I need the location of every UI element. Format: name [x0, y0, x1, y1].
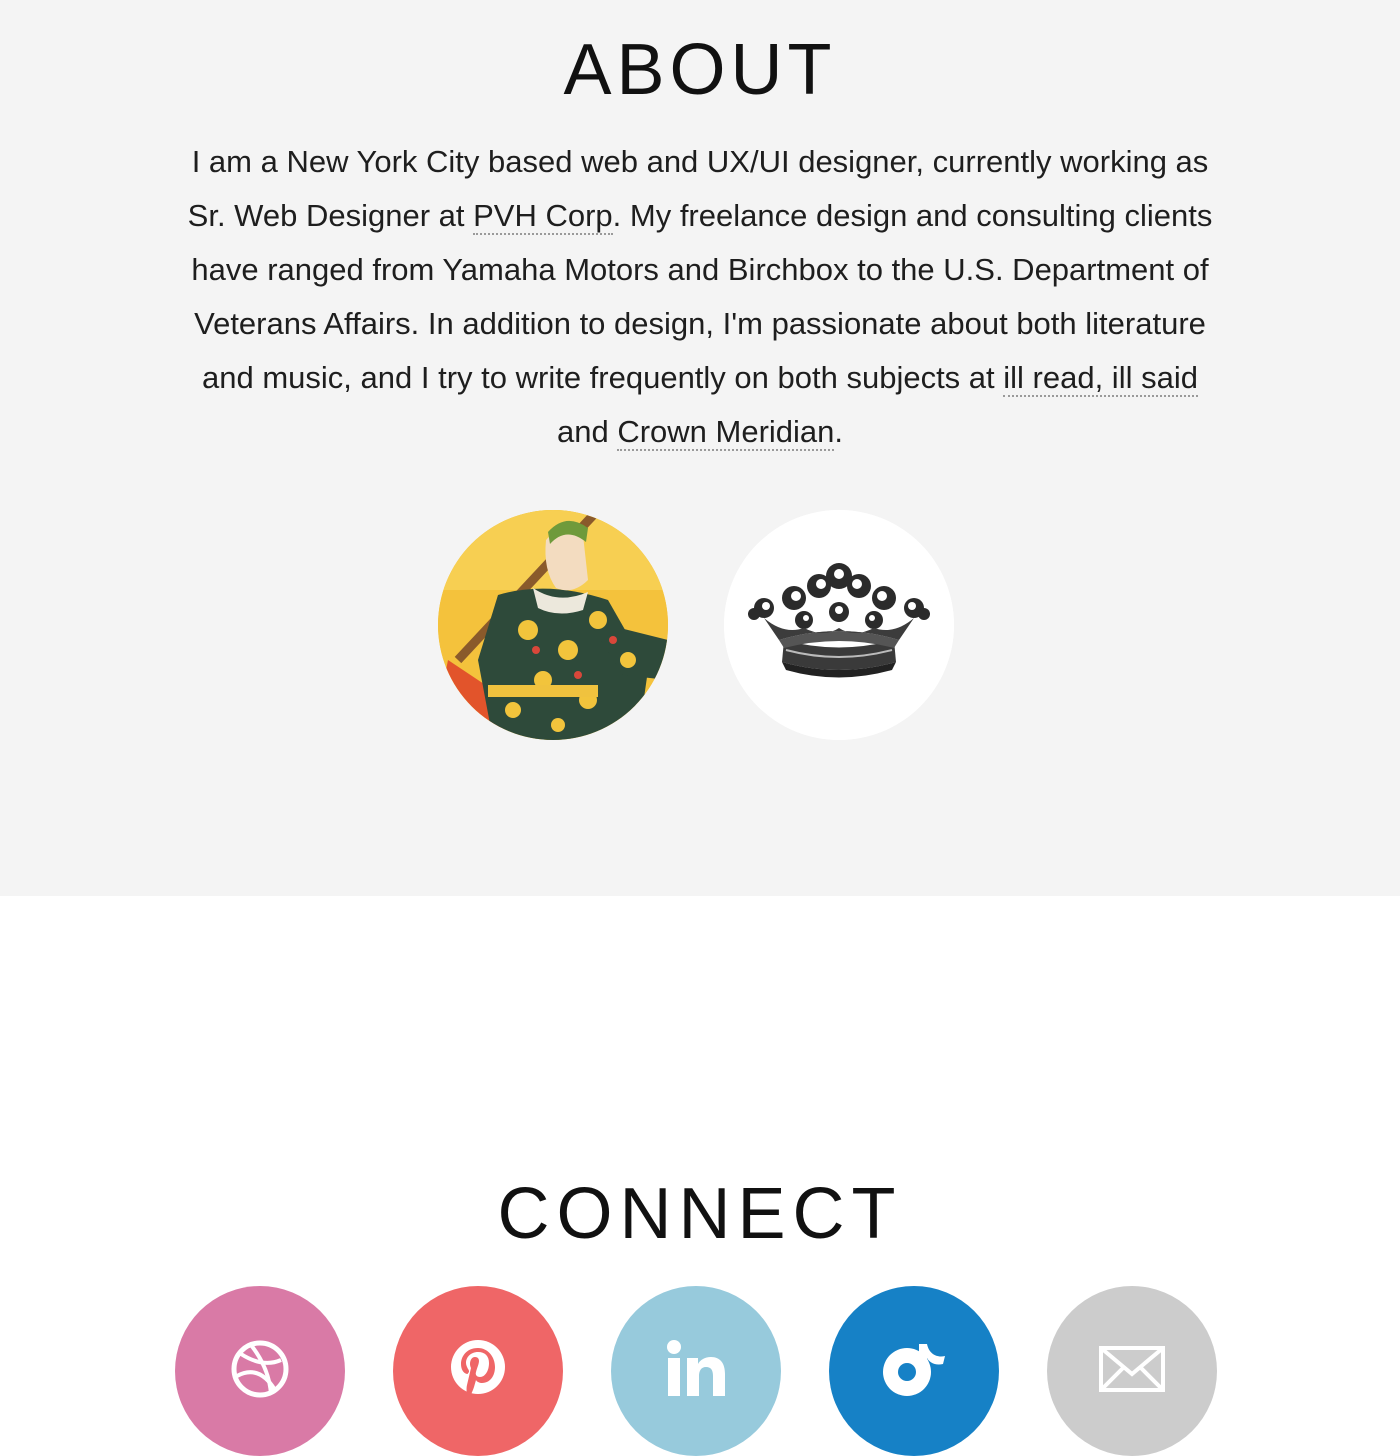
bio-text-4: .	[834, 414, 844, 449]
dribbble-link[interactable]	[175, 1286, 345, 1456]
employer-link[interactable]: PVH Corp	[473, 198, 613, 235]
pinterest-link[interactable]	[393, 1286, 563, 1456]
about-section: ABOUT I am a New York City based web and…	[0, 0, 1400, 896]
bio-text-3: and	[556, 414, 618, 449]
pinterest-icon	[451, 1340, 505, 1398]
ill-read-ill-said-link[interactable]: ill read, ill said	[1003, 360, 1198, 397]
ill-read-ill-said-image-link[interactable]	[438, 510, 668, 740]
linkedin-icon	[667, 1340, 725, 1396]
rdio-link[interactable]	[829, 1286, 999, 1456]
email-link[interactable]	[1047, 1286, 1217, 1456]
email-icon	[1099, 1346, 1165, 1392]
about-bio: I am a New York City based web and UX/UI…	[180, 135, 1220, 459]
tarot-figure-image	[438, 510, 668, 740]
crown-meridian-link[interactable]: Crown Meridian	[617, 414, 835, 451]
rdio-icon	[883, 1344, 945, 1396]
dribbble-icon	[231, 1340, 289, 1398]
crown-image	[724, 510, 954, 740]
crown-meridian-image-link[interactable]	[724, 510, 954, 740]
connect-heading: CONNECT	[497, 1174, 903, 1254]
about-heading: ABOUT	[563, 30, 837, 110]
linkedin-link[interactable]	[611, 1286, 781, 1456]
